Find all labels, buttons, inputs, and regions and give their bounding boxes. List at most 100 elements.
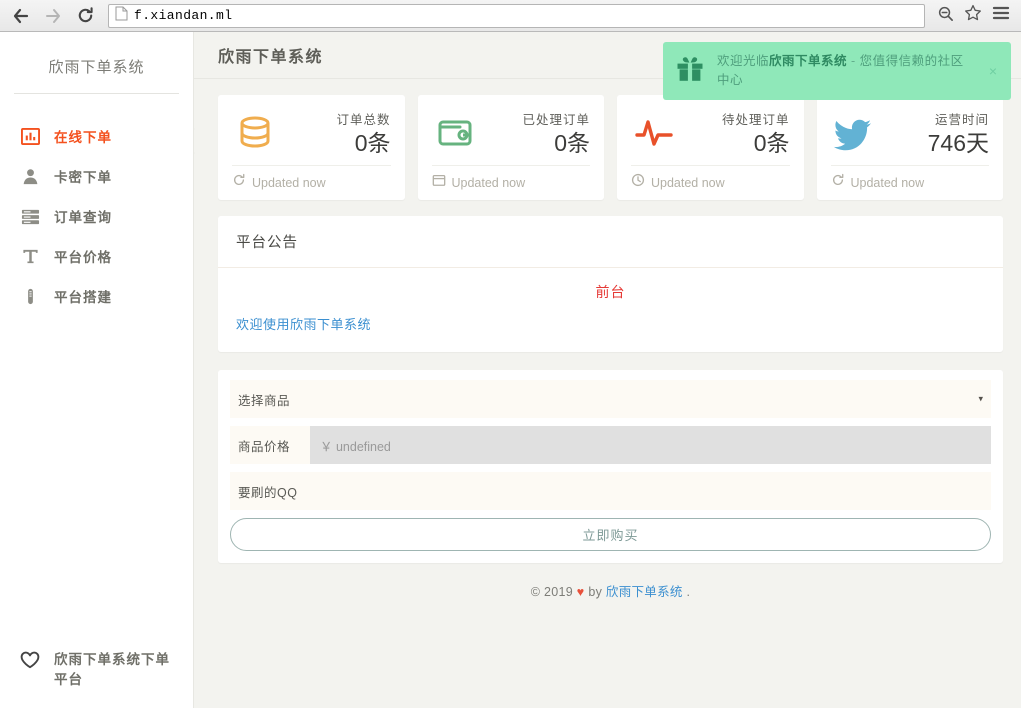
price-input: ￥ undefined (310, 426, 991, 464)
stat-card-updated: Updated now (252, 176, 326, 190)
sidebar-divider (14, 93, 179, 94)
stat-card-footer: Updated now (631, 165, 790, 192)
reload-button[interactable] (72, 3, 98, 29)
calendar-icon (432, 173, 446, 192)
sidebar-item-label: 订单查询 (54, 206, 112, 226)
stat-card-updated: Updated now (452, 176, 526, 190)
footer-link[interactable]: 欣雨下单系统 (606, 585, 683, 599)
sidebar-footer-label: 欣雨下单系统下单平台 (54, 650, 179, 690)
stat-card-top: 运营时间 746天 (831, 107, 990, 159)
stat-card-total-orders: 订单总数 0条 Updated now (218, 95, 405, 200)
list-server-icon (20, 206, 40, 226)
stat-cards: 订单总数 0条 Updated now (218, 95, 1003, 200)
stat-card-value: 0条 (522, 129, 590, 157)
stat-card-pending-orders: 待处理订单 0条 Updated now (617, 95, 804, 200)
text-t-icon (20, 246, 40, 266)
close-icon[interactable]: × (987, 63, 999, 79)
heart-icon: ♥ (577, 585, 585, 599)
form-row-qq[interactable]: 要刷的QQ (230, 472, 991, 510)
form-row-product[interactable]: 选择商品 ▾ (230, 380, 991, 418)
stat-card-value: 0条 (336, 129, 390, 157)
wallet-icon (432, 110, 478, 156)
arrow-right-icon (44, 7, 62, 25)
sidebar-item-label: 卡密下单 (54, 166, 112, 186)
notice-panel-body: 前台 欢迎使用欣雨下单系统 (218, 268, 1003, 352)
stat-card-processed-orders: 已处理订单 0条 Updated now (418, 95, 605, 200)
stat-card-meta: 运营时间 746天 (928, 109, 989, 157)
toast-brand: 欣雨下单系统 (769, 54, 847, 68)
stat-card-uptime: 运营时间 746天 Updated now (817, 95, 1004, 200)
sidebar-item-label: 平台价格 (54, 246, 112, 266)
sidebar-brand: 欣雨下单系统 (0, 32, 193, 93)
form-row-price: 商品价格 ￥ undefined (230, 426, 991, 464)
reload-icon (76, 6, 95, 25)
stat-card-value: 0条 (722, 129, 790, 157)
stat-card-footer: Updated now (432, 165, 591, 192)
toast-message: 欢迎光临欣雨下单系统 - 您值得信赖的社区中心 (717, 52, 975, 90)
notice-link[interactable]: 欢迎使用欣雨下单系统 (236, 314, 371, 333)
back-button[interactable] (8, 3, 34, 29)
zoom-out-button[interactable] (935, 6, 955, 26)
product-select[interactable]: ▾ (292, 380, 991, 418)
page-footer: © 2019 ♥ by 欣雨下单系统 . (218, 563, 1003, 600)
stat-card-label: 订单总数 (336, 113, 390, 127)
hamburger-menu-icon (992, 5, 1010, 26)
content-area: 欣雨下单系统 欢迎光临欣雨下单系统 - 您值得信赖的社区中心 × (194, 32, 1021, 708)
stat-card-top: 订单总数 0条 (232, 107, 391, 159)
sidebar: 欣雨下单系统 在线下单 卡密下单 订单查询 平台价格 (0, 32, 194, 708)
main-body: 订单总数 0条 Updated now (194, 79, 1021, 600)
footer-period: . (687, 585, 691, 599)
url-bar[interactable]: f.xiandan.ml (108, 4, 925, 28)
stat-card-updated: Updated now (851, 176, 925, 190)
notice-panel: 平台公告 前台 欢迎使用欣雨下单系统 (218, 216, 1003, 352)
bookmark-button[interactable] (963, 6, 983, 26)
sidebar-item-label: 平台搭建 (54, 286, 112, 306)
url-text: f.xiandan.ml (134, 8, 232, 23)
stat-card-footer: Updated now (232, 165, 391, 192)
sidebar-footer: 欣雨下单系统下单平台 (0, 650, 193, 690)
twitter-bird-icon (831, 110, 877, 156)
notice-panel-header: 平台公告 (218, 216, 1003, 268)
stat-card-meta: 订单总数 0条 (336, 109, 390, 157)
sidebar-item-card-order[interactable]: 卡密下单 (0, 156, 193, 196)
heart-outline-icon (20, 651, 40, 674)
qq-input[interactable] (310, 472, 991, 510)
stat-card-meta: 待处理订单 0条 (722, 109, 790, 157)
page-title: 欣雨下单系统 (218, 43, 323, 67)
chart-square-icon (20, 126, 40, 146)
footer-copyright: © 2019 (531, 585, 573, 599)
refresh-icon (831, 173, 845, 192)
menu-button[interactable] (991, 6, 1011, 26)
sidebar-item-label: 在线下单 (54, 126, 112, 146)
app-root: 欣雨下单系统 在线下单 卡密下单 订单查询 平台价格 (0, 32, 1021, 708)
stat-card-updated: Updated now (651, 176, 725, 190)
stat-card-label: 待处理订单 (722, 113, 790, 127)
welcome-toast: 欢迎光临欣雨下单系统 - 您值得信赖的社区中心 × (663, 42, 1011, 100)
user-icon (20, 166, 40, 186)
sidebar-item-platform-build[interactable]: 平台搭建 (0, 276, 193, 316)
stat-card-label: 运营时间 (935, 113, 989, 127)
toast-separator: - (847, 54, 860, 68)
sidebar-item-order-query[interactable]: 订单查询 (0, 196, 193, 236)
gift-icon (675, 55, 705, 88)
notice-panel-title: 平台公告 (236, 235, 298, 251)
stat-card-value: 746天 (928, 129, 989, 157)
product-label: 选择商品 (230, 380, 292, 418)
refresh-icon (232, 173, 246, 192)
stat-card-top: 待处理订单 0条 (631, 107, 790, 159)
browser-actions (935, 6, 1013, 26)
sidebar-item-platform-price[interactable]: 平台价格 (0, 236, 193, 276)
forward-button[interactable] (40, 3, 66, 29)
stat-card-footer: Updated now (831, 165, 990, 192)
browser-toolbar: f.xiandan.ml (0, 0, 1021, 32)
page-document-icon (115, 6, 128, 26)
order-form-panel: 选择商品 ▾ 商品价格 ￥ undefined 要刷的QQ 立即购买 (218, 370, 1003, 563)
sidebar-item-online-order[interactable]: 在线下单 (0, 116, 193, 156)
qq-label: 要刷的QQ (230, 472, 310, 510)
arrow-left-icon (12, 7, 30, 25)
footer-by: by (588, 585, 602, 599)
zoom-out-icon (937, 5, 954, 27)
stat-card-label: 已处理订单 (522, 113, 590, 127)
database-icon (232, 110, 278, 156)
buy-now-button[interactable]: 立即购买 (230, 518, 991, 551)
